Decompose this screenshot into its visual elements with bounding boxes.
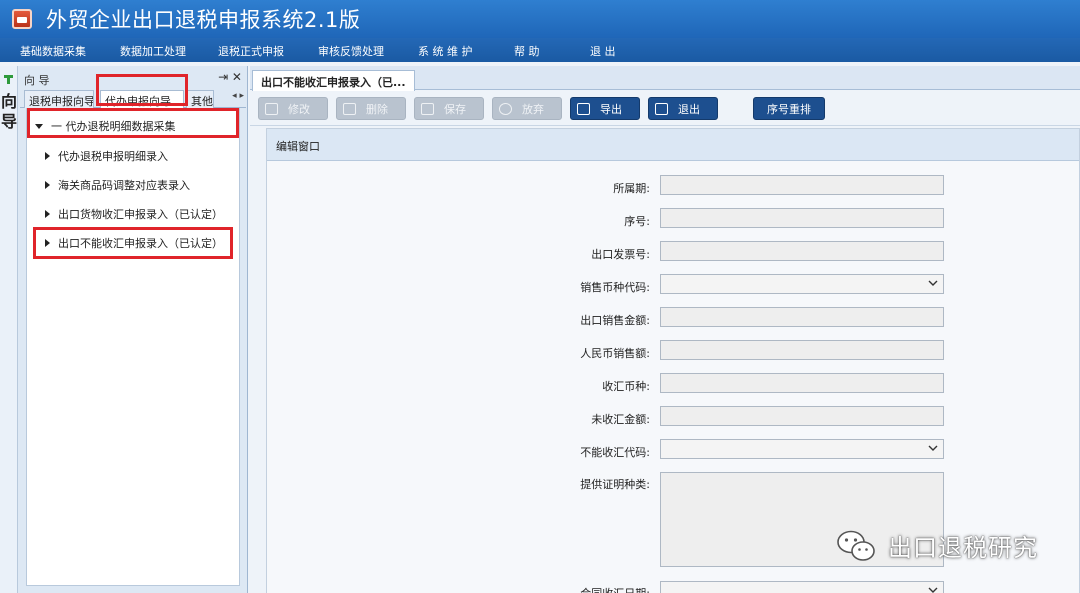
- cancel-button-label: 放弃: [522, 102, 544, 116]
- export-button[interactable]: 导出: [570, 97, 640, 120]
- menu-system-maintenance[interactable]: 系 统 维 护: [418, 43, 473, 59]
- tree-item-label: 代办退税申报明细录入: [58, 150, 168, 163]
- export-invoice-no-field[interactable]: [660, 241, 944, 261]
- tree-item-customs-code-adjustment[interactable]: 海关商品码调整对应表录入: [45, 174, 190, 196]
- navigator-panel: 向导 向 导 ⇥ ✕ 退税申报向导 代办申报向导 其他 ◂ ▸ 一 代办退税明细…: [0, 66, 248, 593]
- edit-button[interactable]: 修改: [258, 97, 328, 120]
- label-export-invoice-no: 出口发票号:: [591, 248, 650, 261]
- chevron-down-icon: [928, 445, 938, 451]
- unreceivable-code-select[interactable]: [660, 439, 944, 459]
- save-icon: [421, 102, 434, 115]
- export-sales-amount-field[interactable]: [660, 307, 944, 327]
- rmb-sales-amount-field[interactable]: [660, 340, 944, 360]
- menu-formal-declaration[interactable]: 退税正式申报: [218, 43, 284, 59]
- navigator-title: 向 导: [24, 74, 50, 87]
- label-period: 所属期:: [613, 182, 650, 195]
- cancel-icon: [499, 102, 512, 115]
- label-proof-type: 提供证明种类:: [580, 478, 650, 491]
- save-button-label: 保存: [444, 102, 466, 116]
- tree-item-label: 一 代办退税明细数据采集: [51, 120, 176, 133]
- cancel-button[interactable]: 放弃: [492, 97, 562, 120]
- export-button-label: 导出: [600, 102, 622, 116]
- tree-item-agency-detail-collection[interactable]: 一 代办退税明细数据采集: [35, 115, 176, 137]
- tab-scroll-arrows[interactable]: ◂ ▸: [232, 91, 244, 101]
- delete-button[interactable]: 删除: [336, 97, 406, 120]
- navigator-pin-close-buttons[interactable]: ⇥ ✕: [218, 70, 242, 84]
- collapse-arrow-icon: [45, 152, 50, 160]
- menu-basic-data[interactable]: 基础数据采集: [20, 43, 86, 59]
- label-unreceivable-code: 不能收汇代码:: [580, 446, 650, 459]
- label-receipt-currency: 收汇币种:: [602, 380, 650, 393]
- title-bar: 外贸企业出口退税申报系统2.1版: [0, 0, 1080, 38]
- exit-button[interactable]: 退出: [648, 97, 718, 120]
- exit-button-label: 退出: [678, 102, 700, 116]
- label-rmb-sales-amount: 人民币销售额:: [580, 347, 650, 360]
- navigator-side-strip[interactable]: 向导: [0, 66, 18, 593]
- tab-other[interactable]: 其他: [186, 90, 214, 108]
- wechat-icon: [837, 530, 875, 561]
- menu-help[interactable]: 帮 助: [514, 43, 540, 59]
- label-unreceived-amount: 未收汇金额:: [591, 413, 650, 426]
- navigator-header: 向 导 ⇥ ✕: [20, 70, 246, 88]
- label-export-sales-amount: 出口销售金额:: [580, 314, 650, 327]
- edit-window-title: 编辑窗口: [276, 140, 320, 153]
- watermark-text: 出口退税研究: [888, 534, 1038, 562]
- edit-button-label: 修改: [288, 102, 310, 116]
- tree-item-label: 出口不能收汇申报录入（已认定）: [58, 237, 223, 250]
- edit-window: 编辑窗口 所属期: 序号: 出口发票号: 销售币种代码: 出口销售金额: 人民币…: [266, 128, 1080, 593]
- label-contract-receipt-date: 合同收汇日期:: [450, 585, 650, 593]
- period-field[interactable]: [660, 175, 944, 195]
- contract-receipt-date-select[interactable]: [660, 581, 944, 593]
- edit-window-header: 编辑窗口: [267, 129, 1079, 161]
- menu-data-processing[interactable]: 数据加工处理: [120, 43, 186, 59]
- reorder-sequence-button[interactable]: 序号重排: [753, 97, 825, 120]
- delete-button-label: 删除: [366, 102, 388, 116]
- wizard-tree: 一 代办退税明细数据采集 代办退税申报明细录入 海关商品码调整对应表录入 出口货…: [26, 108, 240, 586]
- exit-icon: [655, 102, 668, 115]
- expand-arrow-icon: [35, 123, 43, 129]
- delete-icon: [343, 102, 356, 115]
- tab-tax-refund-wizard[interactable]: 退税申报向导: [24, 90, 94, 108]
- document-tab-bar: 出口不能收汇申报录入（已...: [250, 66, 1080, 91]
- sales-currency-code-select[interactable]: [660, 274, 944, 294]
- document-tab[interactable]: 出口不能收汇申报录入（已...: [252, 70, 415, 91]
- label-sequence: 序号:: [624, 215, 650, 228]
- menu-exit[interactable]: 退 出: [590, 43, 616, 59]
- tree-item-export-receipt-entry[interactable]: 出口货物收汇申报录入（已认定）: [45, 203, 223, 225]
- tree-item-agency-detail-entry[interactable]: 代办退税申报明细录入: [45, 145, 168, 167]
- sequence-field[interactable]: [660, 208, 944, 228]
- export-icon: [577, 102, 590, 115]
- navigator-side-label: 向导: [1, 92, 18, 131]
- label-sales-currency-code: 销售币种代码:: [580, 281, 650, 294]
- edit-icon: [265, 102, 278, 115]
- collapse-arrow-icon: [45, 181, 50, 189]
- tree-item-export-unreceived-entry[interactable]: 出口不能收汇申报录入（已认定）: [45, 232, 223, 254]
- app-logo-icon: [12, 9, 32, 29]
- unreceived-amount-field[interactable]: [660, 406, 944, 426]
- reorder-sequence-label: 序号重排: [767, 102, 811, 116]
- tab-agency-wizard[interactable]: 代办申报向导: [100, 90, 184, 108]
- save-button[interactable]: 保存: [414, 97, 484, 120]
- tree-item-label: 出口货物收汇申报录入（已认定）: [58, 208, 223, 221]
- collapse-arrow-icon: [45, 239, 50, 247]
- toolbar: 修改 删除 保存 放弃 导出 退出 序号重排: [250, 92, 1080, 126]
- tree-item-label: 海关商品码调整对应表录入: [58, 179, 190, 192]
- navigator-icon: [4, 75, 13, 84]
- chevron-down-icon: [928, 280, 938, 286]
- menu-review-feedback[interactable]: 审核反馈处理: [318, 43, 384, 59]
- app-title: 外贸企业出口退税申报系统2.1版: [46, 8, 361, 32]
- navigator-tabs: 退税申报向导 代办申报向导 其他 ◂ ▸: [20, 88, 246, 108]
- chevron-down-icon: [928, 587, 938, 593]
- watermark: 出口退税研究: [836, 528, 1038, 563]
- receipt-currency-field[interactable]: [660, 373, 944, 393]
- collapse-arrow-icon: [45, 210, 50, 218]
- menu-bar: 基础数据采集 数据加工处理 退税正式申报 审核反馈处理 系 统 维 护 帮 助 …: [0, 38, 1080, 62]
